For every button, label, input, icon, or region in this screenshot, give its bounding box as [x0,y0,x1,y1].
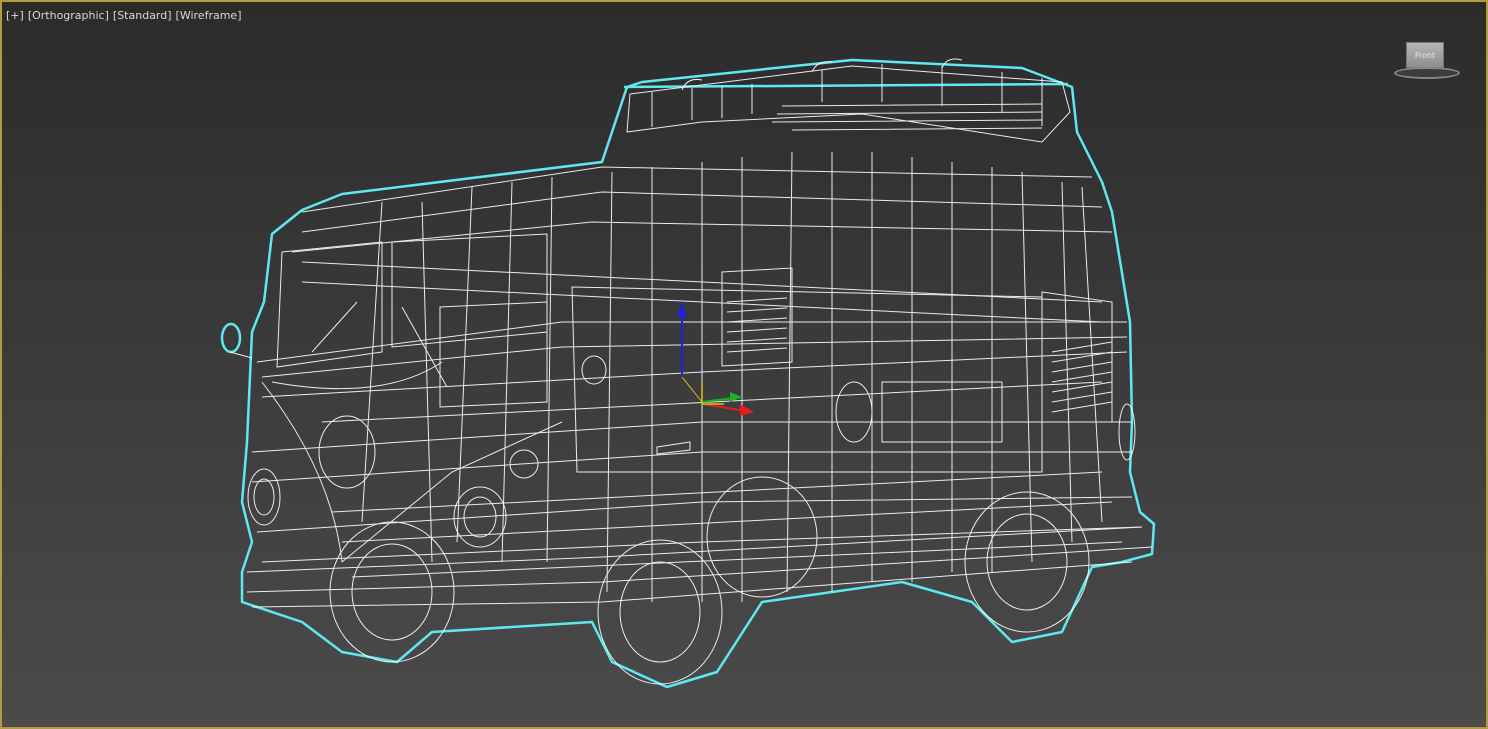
gizmo-x-arrow[interactable] [740,404,754,416]
van-selection-outline [220,58,1156,689]
scene-canvas[interactable] [2,2,1486,727]
gizmo-center-line [681,376,703,403]
viewport-perspective[interactable]: [+] [Orthographic] [Standard] [Wireframe… [0,0,1488,729]
van-wireframe[interactable] [229,58,1153,685]
gizmo-z-arrow[interactable] [677,302,687,317]
